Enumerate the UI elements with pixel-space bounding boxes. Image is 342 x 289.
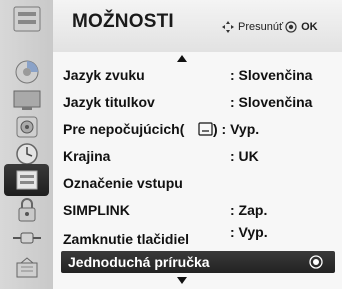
category-tab-input[interactable] bbox=[4, 222, 49, 254]
disc-icon bbox=[15, 60, 38, 84]
usb-icon bbox=[16, 257, 37, 278]
options-menu: MOŽNOSTI Presunúť OK Jazyk zvuku : Slove… bbox=[0, 0, 342, 289]
ok-hint-label: OK bbox=[301, 21, 318, 33]
navigation-hint: Presunúť OK bbox=[221, 20, 318, 34]
setting-label: Zamknutie tlačidiel bbox=[63, 231, 190, 247]
scroll-down-arrow-icon[interactable] bbox=[177, 277, 187, 284]
setting-label: Jazyk zvuku bbox=[63, 67, 145, 83]
settings-list: Jazyk zvuku : Slovenčina Jazyk titulkov … bbox=[53, 52, 342, 289]
setting-label: Jednoduchá príručka bbox=[68, 254, 210, 270]
setting-value: : UK bbox=[230, 148, 259, 164]
speaker-icon bbox=[16, 116, 37, 138]
category-tab-usb[interactable] bbox=[4, 252, 49, 284]
subtitle-icon bbox=[198, 122, 213, 136]
setting-row-simple-manual[interactable]: Jednoduchá príručka bbox=[61, 251, 335, 273]
direction-pad-icon bbox=[222, 21, 234, 33]
settings-panel-icon bbox=[13, 6, 40, 32]
move-hint-label: Presunúť bbox=[238, 21, 284, 33]
setting-label: Jazyk titulkov bbox=[63, 94, 155, 110]
setting-value: : Slovenčina bbox=[230, 67, 313, 83]
input-icon bbox=[12, 232, 41, 244]
setting-label: SIMPLINK bbox=[63, 202, 130, 218]
setting-value: : Slovenčina bbox=[230, 94, 313, 110]
lock-icon bbox=[18, 198, 35, 222]
category-tab-setup[interactable] bbox=[4, 4, 49, 36]
scroll-up-arrow-icon[interactable] bbox=[177, 55, 187, 62]
enter-icon bbox=[309, 255, 323, 269]
setting-label: Krajina bbox=[63, 148, 111, 164]
menu-header: MOŽNOSTI Presunúť OK bbox=[53, 0, 342, 52]
options-icon bbox=[16, 170, 37, 190]
setting-value: : Vyp. bbox=[230, 224, 268, 240]
category-sidebar bbox=[0, 0, 53, 289]
category-tab-options[interactable] bbox=[4, 164, 49, 196]
monitor-icon bbox=[13, 90, 40, 110]
page-title: MOŽNOSTI bbox=[72, 11, 174, 32]
setting-label: Označenie vstupu bbox=[63, 175, 183, 191]
ok-button-icon bbox=[285, 21, 297, 33]
setting-label: Pre nepočujúcich( bbox=[63, 121, 185, 137]
setting-value: ) : Vyp. bbox=[213, 121, 260, 137]
setting-value: : Zap. bbox=[230, 202, 268, 218]
